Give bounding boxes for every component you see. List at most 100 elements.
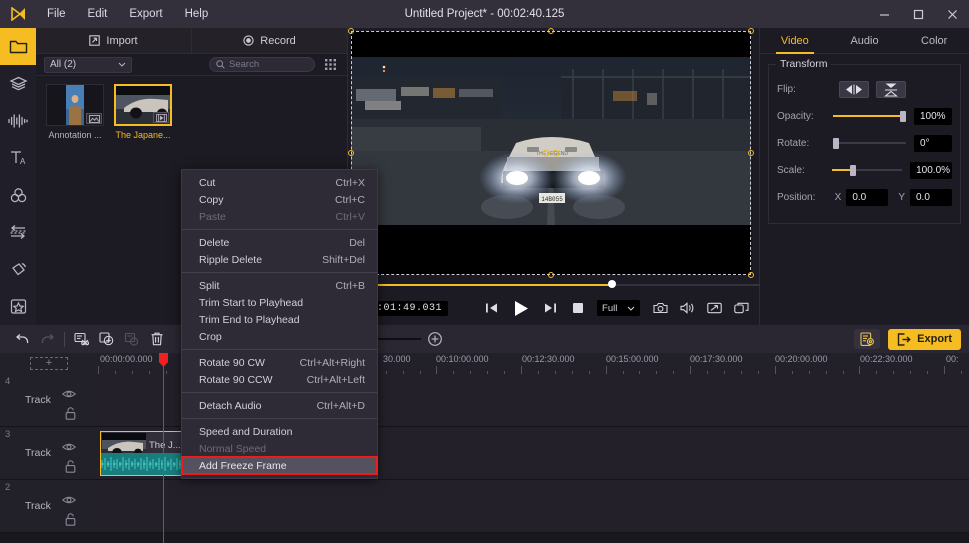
- timeline-zoom-control[interactable]: [369, 331, 443, 347]
- next-frame-button[interactable]: [544, 302, 557, 314]
- rail-item-favorites[interactable]: [0, 288, 36, 325]
- track-header-4[interactable]: 4 Track: [0, 374, 98, 427]
- track-lock-toggle[interactable]: [65, 460, 76, 478]
- split-button[interactable]: [69, 325, 94, 353]
- play-button[interactable]: [513, 300, 529, 317]
- maximize-button[interactable]: [901, 0, 935, 28]
- undo-button[interactable]: [10, 325, 35, 353]
- tab-audio[interactable]: Audio: [830, 28, 900, 53]
- lock-icon: [65, 460, 76, 473]
- rail-item-audio[interactable]: [0, 102, 36, 139]
- speed-button[interactable]: [119, 325, 144, 353]
- rail-item-media-folder[interactable]: [0, 28, 36, 66]
- resize-handle-tc[interactable]: [548, 28, 554, 34]
- rail-item-effects[interactable]: [0, 251, 36, 288]
- seek-handle[interactable]: [608, 280, 616, 288]
- stop-button[interactable]: [572, 302, 584, 314]
- pop-out-button[interactable]: [734, 302, 749, 314]
- export-button[interactable]: Export: [888, 328, 961, 350]
- rotate-label: Rotate:: [777, 137, 810, 149]
- scale-slider[interactable]: [831, 164, 903, 176]
- menu-export[interactable]: Export: [118, 0, 173, 28]
- menu-edit[interactable]: Edit: [77, 0, 119, 28]
- prev-frame-button[interactable]: [485, 302, 498, 314]
- playhead[interactable]: [159, 353, 168, 543]
- crop-button[interactable]: [94, 325, 119, 353]
- context-menu-item-trim-end-to-playhead[interactable]: Trim End to Playhead: [182, 311, 377, 328]
- grid-view-icon: [325, 58, 336, 70]
- media-item-the-japanese[interactable]: The Japane...: [114, 84, 172, 140]
- context-menu-item-delete[interactable]: Delete Del: [182, 234, 377, 251]
- track-visibility-toggle[interactable]: [61, 492, 77, 510]
- delete-button[interactable]: [144, 325, 169, 353]
- track-header-3[interactable]: 3 Track: [0, 427, 98, 480]
- slider-thumb[interactable]: [849, 165, 856, 176]
- rail-item-transitions[interactable]: [0, 214, 36, 251]
- context-menu-item-rotate-90-cw[interactable]: Rotate 90 CW Ctrl+Alt+Right: [182, 354, 377, 371]
- context-menu-item-ripple-delete[interactable]: Ripple Delete Shift+Del: [182, 251, 377, 268]
- opacity-label: Opacity:: [777, 110, 814, 122]
- preview-stage[interactable]: THE LEGEND 14B055: [348, 28, 754, 278]
- track-lock-toggle[interactable]: [65, 407, 76, 425]
- track-header-2[interactable]: 2 Track: [0, 480, 98, 533]
- position-y-value[interactable]: 0.0: [910, 188, 952, 206]
- position-x-value[interactable]: 0.0: [846, 188, 889, 206]
- context-menu-item-crop[interactable]: Crop: [182, 328, 377, 345]
- expand-icon: [707, 302, 723, 314]
- context-menu-item-speed-and-duration[interactable]: Speed and Duration: [182, 423, 377, 440]
- fullscreen-button[interactable]: [707, 302, 723, 314]
- rotate-slider[interactable]: [833, 137, 906, 149]
- resize-handle-mr[interactable]: [748, 150, 754, 156]
- context-menu-item-normal-speed: Normal Speed: [182, 440, 377, 457]
- menu-help[interactable]: Help: [174, 0, 220, 28]
- rail-item-titles[interactable]: A: [0, 139, 36, 176]
- context-menu-item-split[interactable]: Split Ctrl+B: [182, 277, 377, 294]
- export-settings-button[interactable]: [854, 329, 881, 349]
- volume-button[interactable]: [680, 302, 695, 314]
- context-menu-item-detach-audio[interactable]: Detach Audio Ctrl+Alt+D: [182, 397, 377, 414]
- opacity-value[interactable]: 100%: [914, 107, 952, 125]
- flip-horizontal-button[interactable]: [839, 80, 869, 98]
- quality-dropdown[interactable]: Full: [597, 300, 641, 316]
- media-item-annotation[interactable]: Annotation ...: [46, 84, 104, 140]
- seek-slider[interactable]: [376, 280, 762, 288]
- track-lane-2[interactable]: [98, 480, 969, 533]
- context-menu-item-copy[interactable]: Copy Ctrl+C: [182, 191, 377, 208]
- context-menu-item-rotate-90-ccw[interactable]: Rotate 90 CCW Ctrl+Alt+Left: [182, 371, 377, 388]
- resize-handle-ml[interactable]: [348, 150, 354, 156]
- resize-handle-tr[interactable]: [748, 28, 754, 34]
- tab-color[interactable]: Color: [899, 28, 969, 53]
- menu-file[interactable]: File: [36, 0, 77, 28]
- slider-thumb[interactable]: [900, 111, 907, 122]
- position-y-axis: Y: [898, 191, 905, 203]
- add-track-button[interactable]: +: [30, 357, 68, 370]
- tab-video[interactable]: Video: [760, 28, 830, 54]
- context-menu-item-add-freeze-frame[interactable]: Add Freeze Frame: [181, 456, 378, 475]
- slider-thumb[interactable]: [833, 138, 840, 149]
- tab-import[interactable]: Import: [36, 28, 191, 53]
- search-input[interactable]: Search: [209, 57, 315, 72]
- scale-value[interactable]: 100.0%: [910, 161, 952, 179]
- center-anchor-icon[interactable]: [542, 149, 560, 157]
- timeline-clip[interactable]: The J...: [100, 431, 188, 476]
- redo-button[interactable]: [35, 325, 60, 353]
- context-menu-item-trim-start-to-playhead[interactable]: Trim Start to Playhead: [182, 294, 377, 311]
- rail-item-stickers[interactable]: [0, 65, 36, 102]
- track-visibility-toggle[interactable]: [61, 439, 77, 457]
- minimize-button[interactable]: [867, 0, 901, 28]
- resize-handle-tl[interactable]: [348, 28, 354, 34]
- media-filter-dropdown[interactable]: All (2): [44, 56, 132, 73]
- context-menu-item-cut[interactable]: Cut Ctrl+X: [182, 174, 377, 191]
- tab-record[interactable]: Record: [191, 28, 347, 53]
- rotate-value[interactable]: 0°: [914, 134, 952, 152]
- close-button[interactable]: [935, 0, 969, 28]
- flip-vertical-button[interactable]: [876, 80, 906, 98]
- snapshot-button[interactable]: [653, 302, 668, 314]
- opacity-slider[interactable]: [833, 110, 907, 122]
- track-name: Track: [25, 500, 51, 512]
- track-visibility-toggle[interactable]: [61, 386, 77, 404]
- track-lock-toggle[interactable]: [65, 513, 76, 531]
- rail-item-filters[interactable]: [0, 177, 36, 214]
- svg-text:14B055: 14B055: [541, 196, 563, 203]
- grid-view-toggle[interactable]: [323, 57, 339, 73]
